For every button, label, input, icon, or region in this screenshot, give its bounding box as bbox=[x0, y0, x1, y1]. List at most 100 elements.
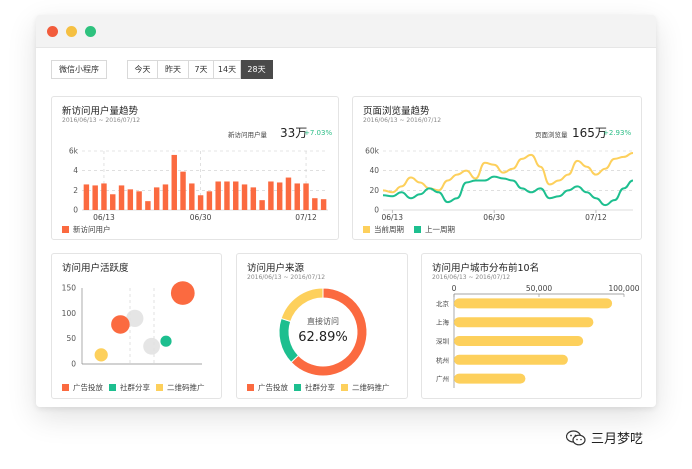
card-subtitle: 2016/06/13 ~ 2016/07/12 bbox=[62, 117, 141, 124]
bar bbox=[206, 191, 213, 210]
legend-swatch bbox=[294, 384, 301, 391]
page-views-line-chart: 0 20 40 60k 06/13 06/30 07/12 bbox=[365, 147, 634, 222]
watermark-text: 三月梦呓 bbox=[591, 432, 644, 447]
range-button-2[interactable]: 7天 bbox=[189, 60, 214, 79]
bar bbox=[127, 189, 134, 210]
bubble bbox=[111, 315, 130, 334]
new-users-bar-chart: 0 2 4 6k 06/13 06/30 07/12 bbox=[69, 147, 328, 222]
donut-center-value: 62.89% bbox=[298, 330, 348, 345]
source-donut-chart: 直接访问 62.89% bbox=[278, 287, 368, 377]
close-window-button[interactable] bbox=[47, 26, 58, 37]
activity-card: 访问用户活跃度 0 50 100 150 广告投放 社群分享 二维码推广 bbox=[51, 253, 222, 399]
range-button-0[interactable]: 今天 bbox=[127, 60, 158, 79]
bubble bbox=[170, 281, 195, 305]
dashboard: 微信小程序 今天 昨天 7天 14天 28天 新访问用户量趋势 2016/06/13 ~… bbox=[36, 48, 656, 407]
legend-swatch bbox=[109, 384, 116, 391]
legend-label: 二维码推广 bbox=[167, 383, 205, 392]
bar bbox=[303, 183, 309, 210]
city-bar bbox=[454, 354, 568, 365]
x-tick-label: 0 bbox=[452, 284, 457, 293]
legend-swatch bbox=[414, 226, 421, 233]
mini-program-button[interactable]: 微信小程序 bbox=[51, 60, 107, 79]
new-users-card: 新访问用户量趋势 2016/06/13 ~ 2016/07/12 新访问用户量 … bbox=[51, 96, 339, 240]
bar bbox=[259, 200, 265, 210]
bar bbox=[268, 181, 274, 210]
legend-item-ads[interactable]: 广告投放 bbox=[62, 382, 103, 393]
cities-bar-chart: 0 50,000 100,000 北京上海深圳杭州广州 bbox=[436, 284, 640, 388]
bar bbox=[241, 184, 248, 210]
legend-item-social[interactable]: 社群分享 bbox=[109, 382, 150, 393]
bar bbox=[276, 182, 283, 210]
activity-bubble-chart: 0 50 100 150 bbox=[62, 281, 202, 369]
legend-swatch bbox=[341, 384, 348, 391]
city-label: 深圳 bbox=[436, 337, 449, 346]
legend: 广告投放 社群分享 二维码推广 bbox=[62, 382, 215, 393]
legend-item-ads[interactable]: 广告投放 bbox=[247, 382, 288, 393]
bar bbox=[110, 194, 116, 210]
y-tick-label: 0 bbox=[374, 206, 379, 215]
bar bbox=[320, 199, 327, 210]
cities-card: 访问用户城市分布前10名 2016/06/13 ~ 2016/07/12 0 50… bbox=[421, 253, 642, 399]
x-tick-label: 06/13 bbox=[381, 213, 403, 222]
city-label: 北京 bbox=[436, 299, 450, 308]
legend-swatch bbox=[247, 384, 254, 391]
range-button-3[interactable]: 14天 bbox=[214, 60, 241, 79]
y-tick-label: 150 bbox=[62, 284, 77, 293]
legend: 广告投放 社群分享 二维码推广 bbox=[247, 382, 400, 393]
x-tick-label: 07/12 bbox=[585, 213, 607, 222]
metric-change: +7.03% bbox=[304, 129, 333, 137]
y-tick-label: 50 bbox=[66, 334, 76, 343]
legend: 新访问用户 bbox=[62, 224, 121, 235]
series-line-1 bbox=[382, 175, 634, 207]
legend-label: 二维码推广 bbox=[352, 383, 390, 392]
y-tick-label: 100 bbox=[62, 309, 77, 318]
legend-item-previous[interactable]: 上一周期 bbox=[414, 224, 455, 235]
bubble bbox=[94, 348, 108, 362]
city-label: 杭州 bbox=[436, 355, 449, 364]
legend-swatch bbox=[363, 226, 370, 233]
legend-item-current[interactable]: 当前周期 bbox=[363, 224, 404, 235]
source-card: 访问用户来源 2016/06/13 ~ 2016/07/12 直接访问 62.89… bbox=[236, 253, 408, 399]
city-bar bbox=[454, 298, 613, 309]
legend-label: 上一周期 bbox=[425, 225, 455, 234]
title-bar bbox=[36, 15, 656, 48]
legend-label: 广告投放 bbox=[258, 383, 288, 392]
range-button-4[interactable]: 28天 bbox=[241, 60, 273, 79]
y-tick-label: 2 bbox=[73, 186, 78, 195]
bar bbox=[197, 195, 204, 210]
bar bbox=[118, 185, 125, 210]
legend-label: 社群分享 bbox=[120, 383, 150, 392]
maximize-window-button[interactable] bbox=[85, 26, 96, 37]
legend-swatch bbox=[62, 384, 69, 391]
legend-item-qrcode[interactable]: 二维码推广 bbox=[156, 382, 205, 393]
card-subtitle: 2016/06/13 ~ 2016/07/12 bbox=[247, 274, 326, 281]
bar bbox=[285, 177, 292, 210]
bar bbox=[250, 187, 257, 210]
x-tick-label: 06/13 bbox=[93, 213, 115, 222]
card-title: 新访问用户量趋势 bbox=[62, 106, 139, 117]
city-bar bbox=[454, 336, 584, 346]
range-button-1[interactable]: 昨天 bbox=[158, 60, 189, 79]
bar bbox=[294, 183, 300, 210]
city-bar bbox=[454, 317, 594, 328]
bar bbox=[171, 154, 177, 210]
bar bbox=[162, 184, 169, 210]
city-label: 上海 bbox=[436, 318, 450, 327]
card-title: 访问用户城市分布前10名 bbox=[432, 263, 540, 274]
y-tick-label: 4 bbox=[73, 166, 78, 175]
x-tick-label: 07/12 bbox=[295, 213, 317, 222]
legend-item-social[interactable]: 社群分享 bbox=[294, 382, 335, 393]
legend-item-new-users[interactable]: 新访问用户 bbox=[62, 224, 111, 235]
metric-change: +2.93% bbox=[603, 129, 632, 137]
bar bbox=[233, 181, 239, 210]
bar bbox=[189, 183, 195, 210]
city-bar bbox=[454, 373, 526, 384]
minimize-window-button[interactable] bbox=[66, 26, 77, 37]
y-tick-label: 0 bbox=[71, 360, 76, 369]
bar bbox=[101, 183, 107, 210]
city-label: 广州 bbox=[436, 374, 449, 383]
bar bbox=[180, 171, 186, 210]
x-tick-label: 06/30 bbox=[190, 213, 212, 222]
page-views-card: 页面浏览量趋势 2016/06/13 ~ 2016/07/12 页面浏览量 16… bbox=[352, 96, 642, 240]
legend-item-qrcode[interactable]: 二维码推广 bbox=[341, 382, 390, 393]
